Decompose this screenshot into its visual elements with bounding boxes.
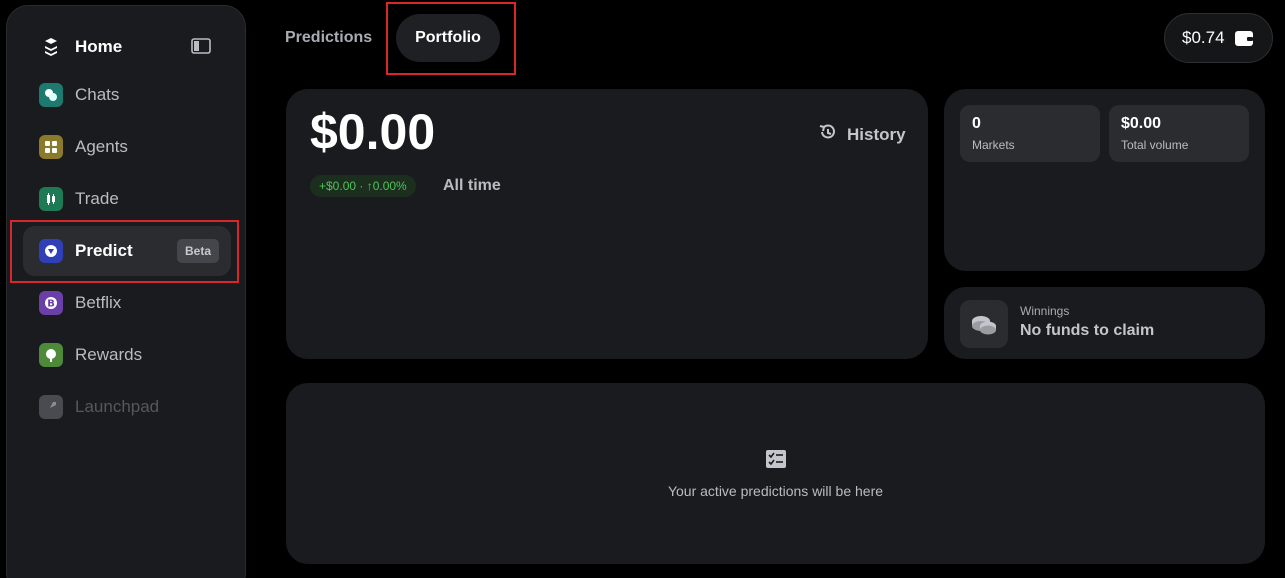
svg-text:B: B — [47, 299, 55, 310]
sidebar-item-label: Home — [75, 37, 123, 56]
sidebar-item-label: Chats — [75, 85, 120, 104]
volume-label: Total volume — [1121, 138, 1189, 152]
portfolio-balance: $0.00 — [310, 104, 436, 160]
markets-stat: 0 Markets — [960, 105, 1100, 162]
winnings-label: Winnings — [1020, 304, 1070, 318]
volume-stat: $0.00 Total volume — [1109, 105, 1249, 162]
markets-label: Markets — [972, 138, 1015, 152]
sidebar-item-rewards[interactable]: Rewards — [23, 330, 231, 380]
sidebar-item-label: Launchpad — [75, 397, 160, 416]
time-range-selector[interactable]: All time — [443, 177, 501, 195]
wallet-balance: $0.74 — [1182, 28, 1225, 47]
tab-predictions[interactable]: Predictions — [285, 14, 372, 62]
sidebar-item-label: Agents — [75, 137, 128, 156]
wallet-icon — [1235, 30, 1253, 51]
stats-card: 0 Markets $0.00 Total volume — [944, 89, 1265, 271]
volume-value: $0.00 — [1121, 115, 1162, 132]
markets-value: 0 — [972, 115, 981, 132]
sidebar-item-label: Predict — [75, 241, 133, 260]
collapse-sidebar-icon[interactable] — [191, 38, 211, 54]
logo-icon — [39, 35, 63, 59]
portfolio-value-card: $0.00 History +$0.00 · ↑0.00% All time — [286, 89, 928, 359]
tab-portfolio[interactable]: Portfolio — [396, 14, 500, 62]
empty-state-text: Your active predictions will be here — [667, 483, 884, 499]
predict-shield-icon — [39, 239, 63, 263]
betflix-coin-icon: B — [39, 291, 63, 315]
sidebar-item-trade[interactable]: Trade — [23, 174, 231, 224]
wallet-button[interactable]: $0.74 — [1164, 13, 1273, 63]
winnings-card: Winnings No funds to claim — [944, 287, 1265, 359]
sidebar-item-betflix[interactable]: B Betflix — [23, 278, 231, 328]
sidebar-item-launchpad[interactable]: Launchpad — [23, 382, 231, 432]
sidebar-item-agents[interactable]: Agents — [23, 122, 231, 172]
history-button[interactable]: History — [818, 122, 906, 147]
history-label: History — [847, 124, 906, 144]
sidebar-item-label: Trade — [75, 189, 119, 208]
sidebar-item-chats[interactable]: Chats — [23, 70, 231, 120]
chat-icon — [39, 83, 63, 107]
sidebar-item-label: Rewards — [75, 345, 143, 364]
candlestick-icon — [39, 187, 63, 211]
history-icon — [818, 122, 838, 147]
active-predictions-card: Your active predictions will be here — [286, 383, 1265, 564]
sidebar-item-predict[interactable]: Predict Beta — [23, 226, 231, 276]
rocket-icon — [39, 395, 63, 419]
rewards-tree-icon — [39, 343, 63, 367]
agents-grid-icon — [39, 135, 63, 159]
pnl-change-badge: +$0.00 · ↑0.00% — [310, 175, 416, 197]
sidebar-item-label: Betflix — [75, 293, 122, 312]
beta-badge: Beta — [176, 239, 219, 263]
coins-icon — [960, 300, 1008, 348]
checklist-icon — [766, 450, 786, 473]
sidebar: Home Chats Agents Trade Predict Beta B B… — [6, 5, 246, 578]
winnings-value: No funds to claim — [1020, 322, 1155, 339]
